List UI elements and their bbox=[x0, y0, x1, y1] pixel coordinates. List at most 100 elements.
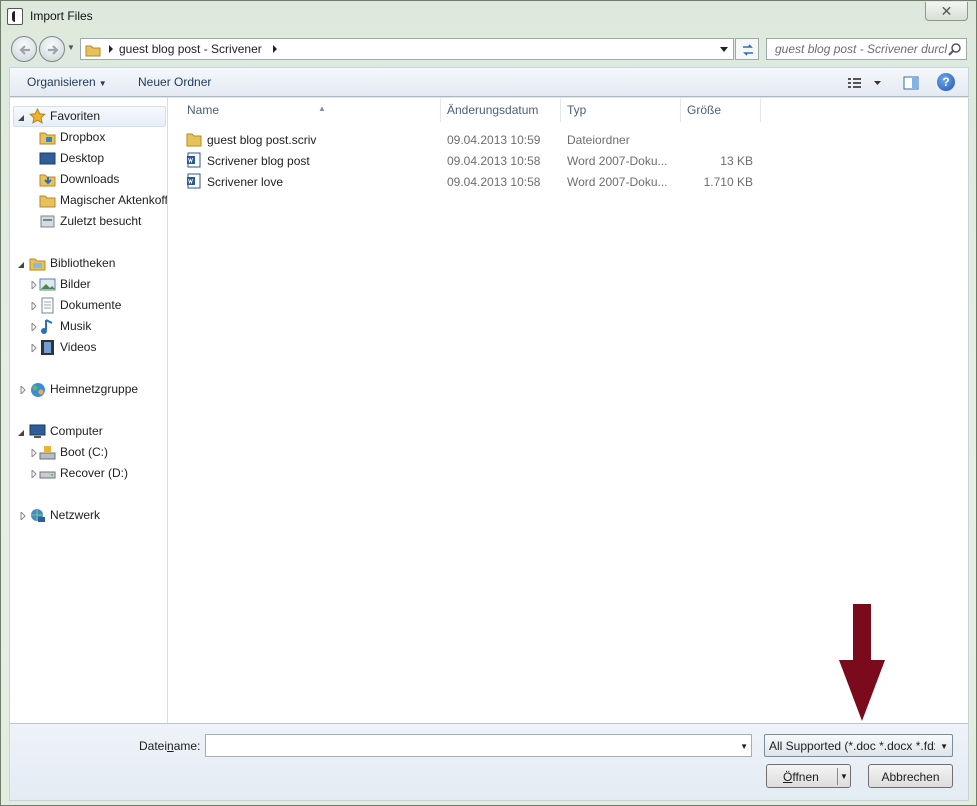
tree-label: Bilder bbox=[60, 277, 91, 291]
file-date: 09.04.2013 10:58 bbox=[447, 154, 541, 168]
new-folder-button[interactable]: Neuer Ordner bbox=[138, 75, 211, 89]
preview-pane-button[interactable] bbox=[902, 74, 920, 92]
libraries-icon bbox=[29, 258, 46, 271]
collapsed-arrow-icon[interactable] bbox=[20, 386, 26, 394]
close-button[interactable]: ✕ bbox=[925, 2, 968, 21]
window-title: Import Files bbox=[30, 9, 93, 23]
column-header-size[interactable]: Größe bbox=[681, 98, 761, 122]
column-header-type[interactable]: Typ bbox=[561, 98, 681, 122]
open-button[interactable]: Öffnen ▼ bbox=[766, 764, 851, 788]
search-box[interactable] bbox=[766, 38, 967, 60]
filter-selected-value: All Supported (*.doc *.docx *.fdx bbox=[769, 739, 935, 753]
chevron-down-icon[interactable]: ▼ bbox=[740, 742, 748, 751]
hard-drive-icon bbox=[39, 471, 56, 479]
annotation-down-arrow-icon bbox=[839, 604, 885, 721]
expand-arrow-icon[interactable] bbox=[18, 262, 25, 269]
homegroup-icon bbox=[31, 383, 45, 397]
help-icon: ? bbox=[942, 75, 950, 89]
preview-pane-icon bbox=[903, 76, 919, 90]
back-button[interactable] bbox=[11, 36, 37, 62]
arrow-right-icon bbox=[48, 45, 59, 55]
navigation-bar: ▼ guest blog post - Scrivener bbox=[1, 34, 976, 64]
tree-label: Desktop bbox=[60, 151, 105, 165]
folder-icon bbox=[39, 195, 56, 208]
cancel-button[interactable]: Abbrechen bbox=[868, 764, 953, 788]
chevron-right-icon[interactable] bbox=[271, 44, 279, 54]
refresh-button[interactable] bbox=[735, 38, 759, 60]
music-note-icon bbox=[41, 319, 53, 334]
word-document-icon bbox=[187, 152, 201, 168]
filename-combobox[interactable]: ▼ bbox=[205, 734, 752, 757]
tree-label: Computer bbox=[50, 424, 103, 438]
chevron-right-icon[interactable] bbox=[107, 44, 115, 54]
title-bar: Import Files ✕ bbox=[1, 1, 976, 33]
recent-pages-dropdown[interactable]: ▼ bbox=[67, 43, 77, 53]
collapsed-arrow-icon[interactable] bbox=[31, 344, 37, 352]
arrow-left-icon bbox=[19, 45, 30, 55]
file-size: 1.710 KB bbox=[703, 175, 753, 189]
tree-label: Videos bbox=[60, 340, 97, 354]
column-label: Name bbox=[187, 103, 220, 117]
tree-label: Musik bbox=[60, 319, 92, 333]
cancel-label: Abbrechen bbox=[881, 770, 940, 784]
dialog-footer: Dateiname: ▼ All Supported (*.doc *.docx… bbox=[9, 723, 969, 801]
file-date: 09.04.2013 10:59 bbox=[447, 133, 541, 147]
collapsed-arrow-icon[interactable] bbox=[31, 470, 37, 478]
system-drive-icon bbox=[39, 446, 56, 460]
collapsed-arrow-icon[interactable] bbox=[31, 281, 37, 289]
search-icon[interactable] bbox=[948, 42, 962, 56]
split-divider bbox=[837, 768, 838, 785]
breadcrumb-current-folder[interactable]: guest blog post - Scrivener bbox=[119, 42, 262, 56]
tree-label: Recover (D:) bbox=[60, 466, 129, 480]
search-input[interactable] bbox=[767, 39, 947, 59]
tree-label: Dropbox bbox=[60, 130, 106, 144]
file-row[interactable]: Scrivener love 09.04.2013 10:58 Word 200… bbox=[181, 171, 761, 192]
expand-arrow-icon[interactable] bbox=[18, 115, 25, 122]
star-icon bbox=[29, 108, 46, 124]
file-size: 13 KB bbox=[720, 154, 753, 168]
collapsed-arrow-icon[interactable] bbox=[31, 449, 37, 457]
tree-label: Bibliotheken bbox=[50, 256, 116, 270]
file-row[interactable]: Scrivener blog post 09.04.2013 10:58 Wor… bbox=[181, 150, 761, 171]
file-date: 09.04.2013 10:58 bbox=[447, 175, 541, 189]
file-type: Word 2007-Doku... bbox=[567, 154, 668, 168]
forward-button[interactable] bbox=[39, 36, 65, 62]
pictures-library-icon bbox=[39, 278, 56, 291]
column-header-date[interactable]: Änderungsdatum bbox=[441, 98, 561, 122]
change-view-button[interactable] bbox=[846, 74, 886, 92]
chevron-down-icon[interactable] bbox=[719, 45, 729, 53]
tree-label: Downloads bbox=[60, 172, 120, 186]
file-type-filter[interactable]: All Supported (*.doc *.docx *.fdx ▼ bbox=[764, 734, 953, 757]
file-name: guest blog post.scriv bbox=[207, 133, 317, 147]
file-row[interactable]: guest blog post.scriv 09.04.2013 10:59 D… bbox=[181, 129, 761, 150]
downloads-folder-icon bbox=[39, 174, 56, 187]
organize-menu-button[interactable]: Organisieren ▼ bbox=[27, 75, 107, 89]
details-view-icon bbox=[848, 78, 881, 88]
file-type: Word 2007-Doku... bbox=[567, 175, 668, 189]
file-name: Scrivener blog post bbox=[207, 154, 310, 168]
documents-library-icon bbox=[41, 297, 54, 314]
film-strip-icon bbox=[41, 340, 54, 355]
tree-label: Boot (C:) bbox=[60, 445, 109, 459]
tree-label: Favoriten bbox=[50, 109, 101, 123]
expand-arrow-icon[interactable] bbox=[18, 430, 25, 437]
refresh-icon bbox=[743, 44, 753, 56]
import-files-dialog: Import Files ✕ ▼ guest blog post - Scriv… bbox=[0, 0, 977, 806]
tree-label: Magischer Aktenkoffer bbox=[60, 193, 168, 207]
navigation-pane[interactable]: Favoriten Dropbox Desktop Downloads Magi… bbox=[10, 98, 168, 723]
filename-input[interactable] bbox=[206, 735, 726, 756]
recent-places-icon bbox=[40, 215, 55, 228]
tree-label: Zuletzt besucht bbox=[60, 214, 142, 228]
collapsed-arrow-icon[interactable] bbox=[31, 323, 37, 331]
collapsed-arrow-icon[interactable] bbox=[20, 512, 26, 520]
address-bar[interactable]: guest blog post - Scrivener bbox=[80, 38, 734, 60]
help-button[interactable]: ? bbox=[937, 73, 955, 91]
chevron-down-icon[interactable]: ▼ bbox=[840, 772, 848, 781]
chevron-down-icon: ▼ bbox=[98, 79, 107, 88]
word-document-icon bbox=[187, 173, 201, 189]
collapsed-arrow-icon[interactable] bbox=[31, 302, 37, 310]
file-type: Dateiordner bbox=[567, 133, 630, 147]
organize-label: Organisieren bbox=[27, 75, 96, 89]
column-header-name[interactable]: Name ▲ bbox=[181, 98, 441, 122]
file-name: Scrivener love bbox=[207, 175, 284, 189]
